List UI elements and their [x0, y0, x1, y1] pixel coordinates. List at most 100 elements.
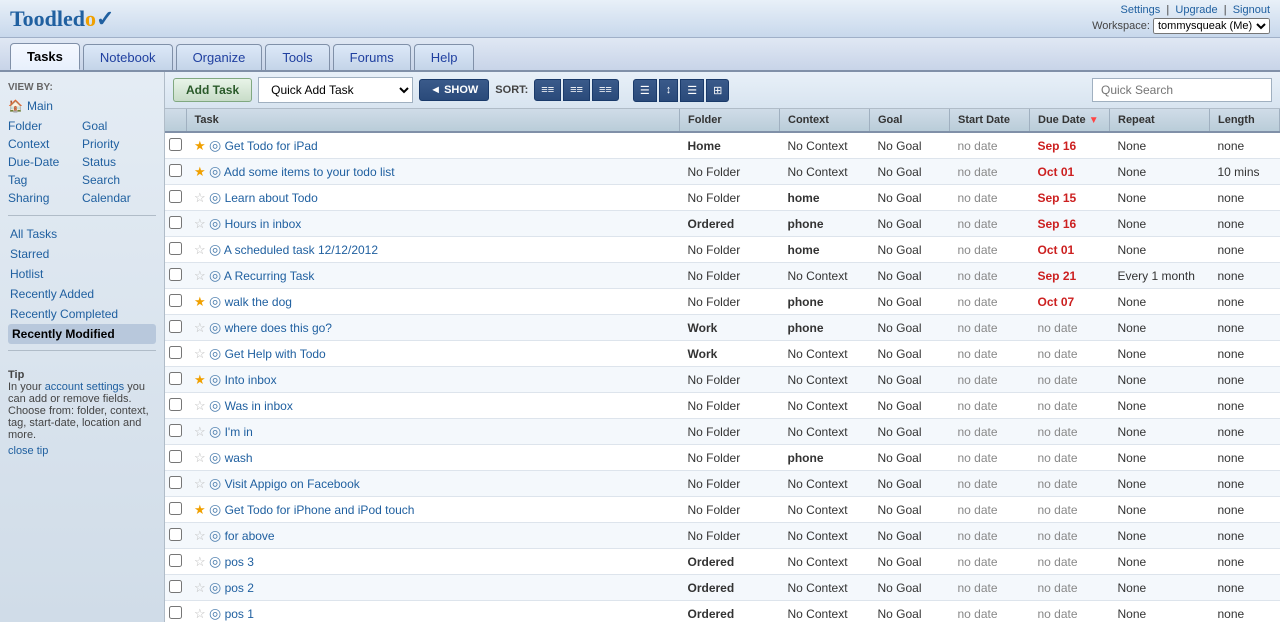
sidebar-item-goal[interactable]: Goal: [82, 117, 156, 135]
task-link[interactable]: Get Help with Todo: [225, 347, 326, 361]
upgrade-link[interactable]: Upgrade: [1175, 4, 1217, 16]
action-icon-4[interactable]: ⊞: [706, 79, 729, 102]
task-checkbox[interactable]: [169, 242, 182, 255]
task-link[interactable]: Visit Appigo on Facebook: [225, 477, 360, 491]
sort-icon-1[interactable]: ≡≡: [534, 79, 561, 101]
sidebar-item-search[interactable]: Search: [82, 171, 156, 189]
task-link[interactable]: I'm in: [225, 425, 253, 439]
task-checkbox[interactable]: [169, 528, 182, 541]
star-empty-icon[interactable]: ☆: [194, 424, 206, 439]
task-link[interactable]: pos 1: [225, 607, 254, 621]
star-empty-icon[interactable]: ☆: [194, 528, 206, 543]
task-checkbox[interactable]: [169, 476, 182, 489]
task-checkbox[interactable]: [169, 268, 182, 281]
sidebar-item-folder[interactable]: Folder: [8, 117, 82, 135]
star-empty-icon[interactable]: ☆: [194, 320, 206, 335]
task-checkbox[interactable]: [169, 346, 182, 359]
task-link[interactable]: wash: [225, 451, 253, 465]
task-checkbox[interactable]: [169, 138, 182, 151]
sidebar-item-sharing[interactable]: Sharing: [8, 189, 82, 207]
task-checkbox[interactable]: [169, 606, 182, 619]
action-icon-3[interactable]: ☰: [680, 79, 704, 102]
task-link[interactable]: Hours in inbox: [225, 217, 302, 231]
task-link[interactable]: Add some items to your todo list: [224, 165, 395, 179]
task-link[interactable]: for above: [225, 529, 275, 543]
settings-link[interactable]: Settings: [1121, 4, 1161, 16]
task-link[interactable]: Was in inbox: [225, 399, 293, 413]
col-startdate-header[interactable]: Start Date: [950, 109, 1030, 132]
task-link[interactable]: Learn about Todo: [225, 191, 318, 205]
add-task-button[interactable]: Add Task: [173, 78, 252, 102]
star-empty-icon[interactable]: ☆: [194, 190, 206, 205]
sidebar-item-priority[interactable]: Priority: [82, 135, 156, 153]
col-task-header[interactable]: Task: [186, 109, 680, 132]
star-icon[interactable]: ★: [194, 372, 206, 387]
sidebar-item-alltasks[interactable]: All Tasks: [8, 224, 156, 244]
task-link[interactable]: A scheduled task 12/12/2012: [224, 243, 378, 257]
star-empty-icon[interactable]: ☆: [194, 554, 206, 569]
task-checkbox[interactable]: [169, 320, 182, 333]
star-empty-icon[interactable]: ☆: [194, 268, 206, 283]
sidebar-item-recently-added[interactable]: Recently Added: [8, 284, 156, 304]
sidebar-item-recently-completed[interactable]: Recently Completed: [8, 304, 156, 324]
task-link[interactable]: A Recurring Task: [224, 269, 315, 283]
task-link[interactable]: pos 2: [225, 581, 254, 595]
col-context-header[interactable]: Context: [780, 109, 870, 132]
star-icon[interactable]: ★: [194, 164, 206, 179]
col-repeat-header[interactable]: Repeat: [1110, 109, 1210, 132]
task-checkbox[interactable]: [169, 398, 182, 411]
star-empty-icon[interactable]: ☆: [194, 398, 206, 413]
workspace-select[interactable]: tommysqueak (Me): [1153, 18, 1270, 34]
col-duedate-header[interactable]: Due Date ▼: [1030, 109, 1110, 132]
sidebar-item-recently-modified[interactable]: Recently Modified: [8, 324, 156, 344]
task-link[interactable]: Into inbox: [225, 373, 277, 387]
star-icon[interactable]: ★: [194, 138, 206, 153]
star-empty-icon[interactable]: ☆: [194, 216, 206, 231]
star-empty-icon[interactable]: ☆: [194, 606, 206, 621]
sidebar-item-main[interactable]: Main: [27, 99, 53, 113]
sidebar-item-calendar[interactable]: Calendar: [82, 189, 156, 207]
sidebar-item-context[interactable]: Context: [8, 135, 82, 153]
col-folder-header[interactable]: Folder: [680, 109, 780, 132]
star-empty-icon[interactable]: ☆: [194, 580, 206, 595]
star-icon[interactable]: ★: [194, 502, 206, 517]
task-checkbox[interactable]: [169, 164, 182, 177]
task-link[interactable]: Get Todo for iPhone and iPod touch: [225, 503, 415, 517]
task-checkbox[interactable]: [169, 450, 182, 463]
action-icon-1[interactable]: ☰: [633, 79, 657, 102]
account-settings-link[interactable]: account settings: [45, 381, 125, 393]
task-checkbox[interactable]: [169, 190, 182, 203]
action-icon-2[interactable]: ↕: [659, 79, 679, 102]
sidebar-item-hotlist[interactable]: Hotlist: [8, 264, 156, 284]
tab-notebook[interactable]: Notebook: [83, 44, 173, 70]
star-empty-icon[interactable]: ☆: [194, 450, 206, 465]
task-link[interactable]: walk the dog: [225, 295, 292, 309]
star-empty-icon[interactable]: ☆: [194, 346, 206, 361]
star-empty-icon[interactable]: ☆: [194, 242, 206, 257]
task-checkbox[interactable]: [169, 372, 182, 385]
task-checkbox[interactable]: [169, 294, 182, 307]
tab-tasks[interactable]: Tasks: [10, 43, 80, 70]
task-checkbox[interactable]: [169, 502, 182, 515]
sort-icon-3[interactable]: ≡≡: [592, 79, 619, 101]
signout-link[interactable]: Signout: [1233, 4, 1270, 16]
col-goal-header[interactable]: Goal: [870, 109, 950, 132]
sidebar-item-tag[interactable]: Tag: [8, 171, 82, 189]
task-checkbox[interactable]: [169, 424, 182, 437]
tab-help[interactable]: Help: [414, 44, 475, 70]
sidebar-item-starred[interactable]: Starred: [8, 244, 156, 264]
star-icon[interactable]: ★: [194, 294, 206, 309]
task-link[interactable]: Get Todo for iPad: [225, 139, 318, 153]
tab-tools[interactable]: Tools: [265, 44, 329, 70]
show-button[interactable]: ◄ SHOW: [419, 79, 489, 101]
close-tip-link[interactable]: close tip: [8, 445, 156, 457]
tab-forums[interactable]: Forums: [333, 44, 411, 70]
sort-icon-2[interactable]: ≡≡: [563, 79, 590, 101]
task-checkbox[interactable]: [169, 580, 182, 593]
sidebar-item-duedate[interactable]: Due-Date: [8, 153, 82, 171]
star-empty-icon[interactable]: ☆: [194, 476, 206, 491]
task-checkbox[interactable]: [169, 216, 182, 229]
sidebar-item-status[interactable]: Status: [82, 153, 156, 171]
tab-organize[interactable]: Organize: [176, 44, 263, 70]
col-length-header[interactable]: Length: [1210, 109, 1280, 132]
